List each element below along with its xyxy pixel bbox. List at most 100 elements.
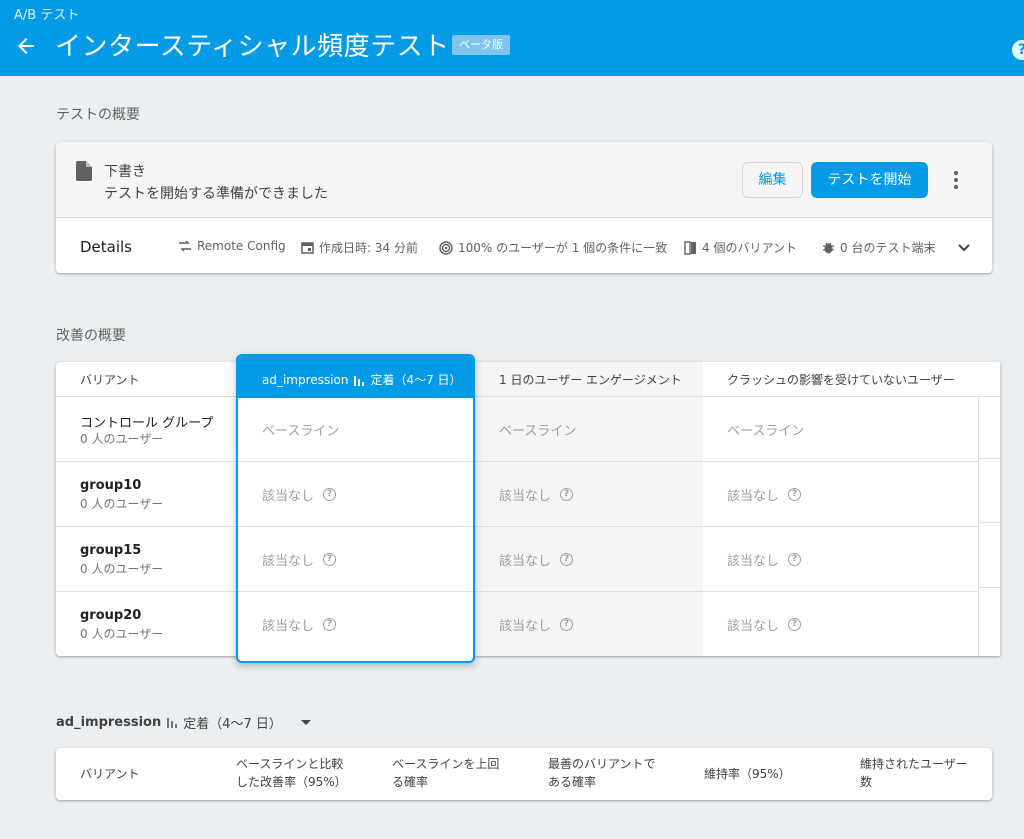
chevron-down-icon[interactable] [956, 240, 972, 256]
column-header-variant: バリアント [80, 767, 140, 781]
row-divider [56, 461, 978, 462]
metric-period: 定着（4〜7 日） [183, 717, 282, 732]
help-icon[interactable]: ? [1012, 40, 1024, 60]
table-cell: 該当なし? [499, 485, 574, 504]
table-cell: 該当なし? [727, 615, 802, 634]
variant-name[interactable]: group10 [80, 478, 141, 493]
help-icon[interactable]: ? [788, 553, 802, 566]
cell-value: ベースライン [262, 424, 340, 439]
beta-badge: ベータ版 [452, 35, 510, 55]
retention-bars-icon [354, 375, 365, 386]
selected-metric-column[interactable]: ad_impression 定着（4〜7 日） ベースライン 該当なし? 該当なし… [236, 354, 475, 663]
variant-name[interactable]: group20 [80, 608, 141, 623]
row-divider [238, 591, 473, 592]
cell-value: 該当なし [499, 619, 552, 634]
overflow-column [978, 396, 1000, 656]
variant-users: 0 人のユーザー [80, 562, 164, 576]
row-divider [978, 458, 1000, 459]
help-icon[interactable]: ? [323, 618, 337, 631]
app-header: A/B テスト インタースティシャル頻度テスト ベータ版 ? [0, 0, 1024, 76]
header-line: 数 [860, 775, 873, 789]
more-options-icon[interactable] [946, 168, 966, 192]
cell-value: ベースライン [727, 424, 805, 439]
help-icon[interactable]: ? [788, 488, 802, 501]
improvement-table: バリアント 1 日のユーザー エンゲージメント クラッシュの影響を受けていないユ… [56, 362, 1000, 656]
column-header-crash-free[interactable]: クラッシュの影響を受けていないユーザー [727, 362, 955, 398]
help-icon[interactable]: ? [323, 553, 337, 566]
status-bar: 下書き テストを開始する準備ができました 編集 テストを開始 [56, 142, 992, 218]
bug-icon [823, 242, 834, 254]
header-line: した改善率（95%） [236, 775, 347, 789]
table-cell: 該当なし? [727, 485, 802, 504]
calendar-icon [301, 242, 314, 254]
header-line: 維持されたユーザー [860, 757, 968, 771]
help-icon[interactable]: ? [323, 488, 337, 501]
header-line: る確率 [392, 775, 429, 789]
edit-button[interactable]: 編集 [742, 162, 803, 198]
help-icon[interactable]: ? [560, 488, 574, 501]
help-icon[interactable]: ? [788, 618, 802, 631]
detail-created: 作成日時: 34 分前 [301, 239, 418, 256]
help-icon[interactable]: ? [560, 553, 574, 566]
table-cell: ベースライン [499, 420, 576, 439]
breadcrumb[interactable]: A/B テスト [14, 4, 79, 23]
dropdown-arrow-icon[interactable] [300, 719, 312, 727]
table-cell: 該当なし? [262, 615, 337, 634]
detail-text: 100% のユーザーが 1 個の条件に一致 [458, 241, 668, 255]
row-divider [56, 526, 978, 527]
help-icon[interactable]: ? [560, 618, 574, 631]
metric-selector[interactable]: ad_impression 定着（4〜7 日） [56, 713, 312, 732]
variant-users: 0 人のユーザー [80, 627, 164, 641]
metric-name: ad_impression [262, 373, 349, 387]
overview-card: 下書き テストを開始する準備ができました 編集 テストを開始 Details R… [56, 142, 992, 273]
status-title: 下書き [104, 164, 146, 180]
details-label: Details [80, 238, 133, 256]
target-icon [439, 240, 453, 255]
detail-text: 4 個のバリアント [702, 241, 797, 255]
back-arrow-icon[interactable] [14, 34, 38, 58]
cell-value: 該当なし [727, 554, 780, 569]
overview-section-label: テストの概要 [56, 107, 140, 123]
variant-name[interactable]: コントロール グループ [80, 412, 213, 431]
variants-icon [684, 240, 696, 255]
column-header-retained-users[interactable]: 維持されたユーザー 数 [860, 755, 968, 791]
cell-value: 該当なし [499, 554, 552, 569]
column-header-prob-beat[interactable]: ベースラインを上回 る確率 [392, 755, 499, 791]
cell-value: 該当なし [262, 554, 315, 569]
table-cell: ベースライン [727, 420, 804, 439]
column-header-engagement[interactable]: 1 日のユーザー エンゲージメント [499, 362, 682, 398]
header-line: 最善のバリアントで [548, 757, 656, 771]
improvement-section-label: 改善の概要 [56, 328, 126, 344]
column-header-improvement[interactable]: ベースラインと比較 した改善率（95%） [236, 755, 347, 791]
table-cell: ベースライン [262, 420, 339, 439]
header-line: ある確率 [548, 775, 597, 789]
cell-value: 該当なし [727, 489, 780, 504]
row-divider [238, 461, 473, 462]
cell-value: 該当なし [262, 619, 315, 634]
variant-name[interactable]: group15 [80, 543, 141, 558]
detail-text: 0 台のテスト端末 [840, 241, 936, 255]
page-title: インタースティシャル頻度テスト [55, 32, 450, 62]
variant-users: 0 人のユーザー [80, 497, 164, 511]
variant-users: 0 人のユーザー [80, 432, 164, 446]
column-header-retention[interactable]: 維持率（95%） [704, 765, 791, 783]
row-divider [56, 591, 978, 592]
row-divider [978, 587, 1000, 588]
engagement-column-bg [475, 362, 703, 656]
column-header-metric[interactable]: ad_impression 定着（4〜7 日） [238, 356, 473, 398]
metric-period: 定着（4〜7 日） [370, 373, 462, 387]
header-line: ベースラインと比較 [236, 757, 344, 771]
table-cell: 該当なし? [499, 550, 574, 569]
cell-value: ベースライン [499, 424, 577, 439]
document-icon [76, 161, 92, 181]
table-cell: 該当なし? [262, 485, 337, 504]
column-header-prob-best[interactable]: 最善のバリアントで ある確率 [548, 755, 656, 791]
row-divider [978, 522, 1000, 523]
table-cell: 該当なし? [727, 550, 802, 569]
detail-variants: 4 個のバリアント [684, 239, 797, 256]
start-test-button[interactable]: テストを開始 [811, 162, 928, 198]
cell-value: 該当なし [262, 489, 315, 504]
row-divider [238, 526, 473, 527]
cell-value: 該当なし [727, 619, 780, 634]
retention-bars-icon [167, 717, 178, 728]
